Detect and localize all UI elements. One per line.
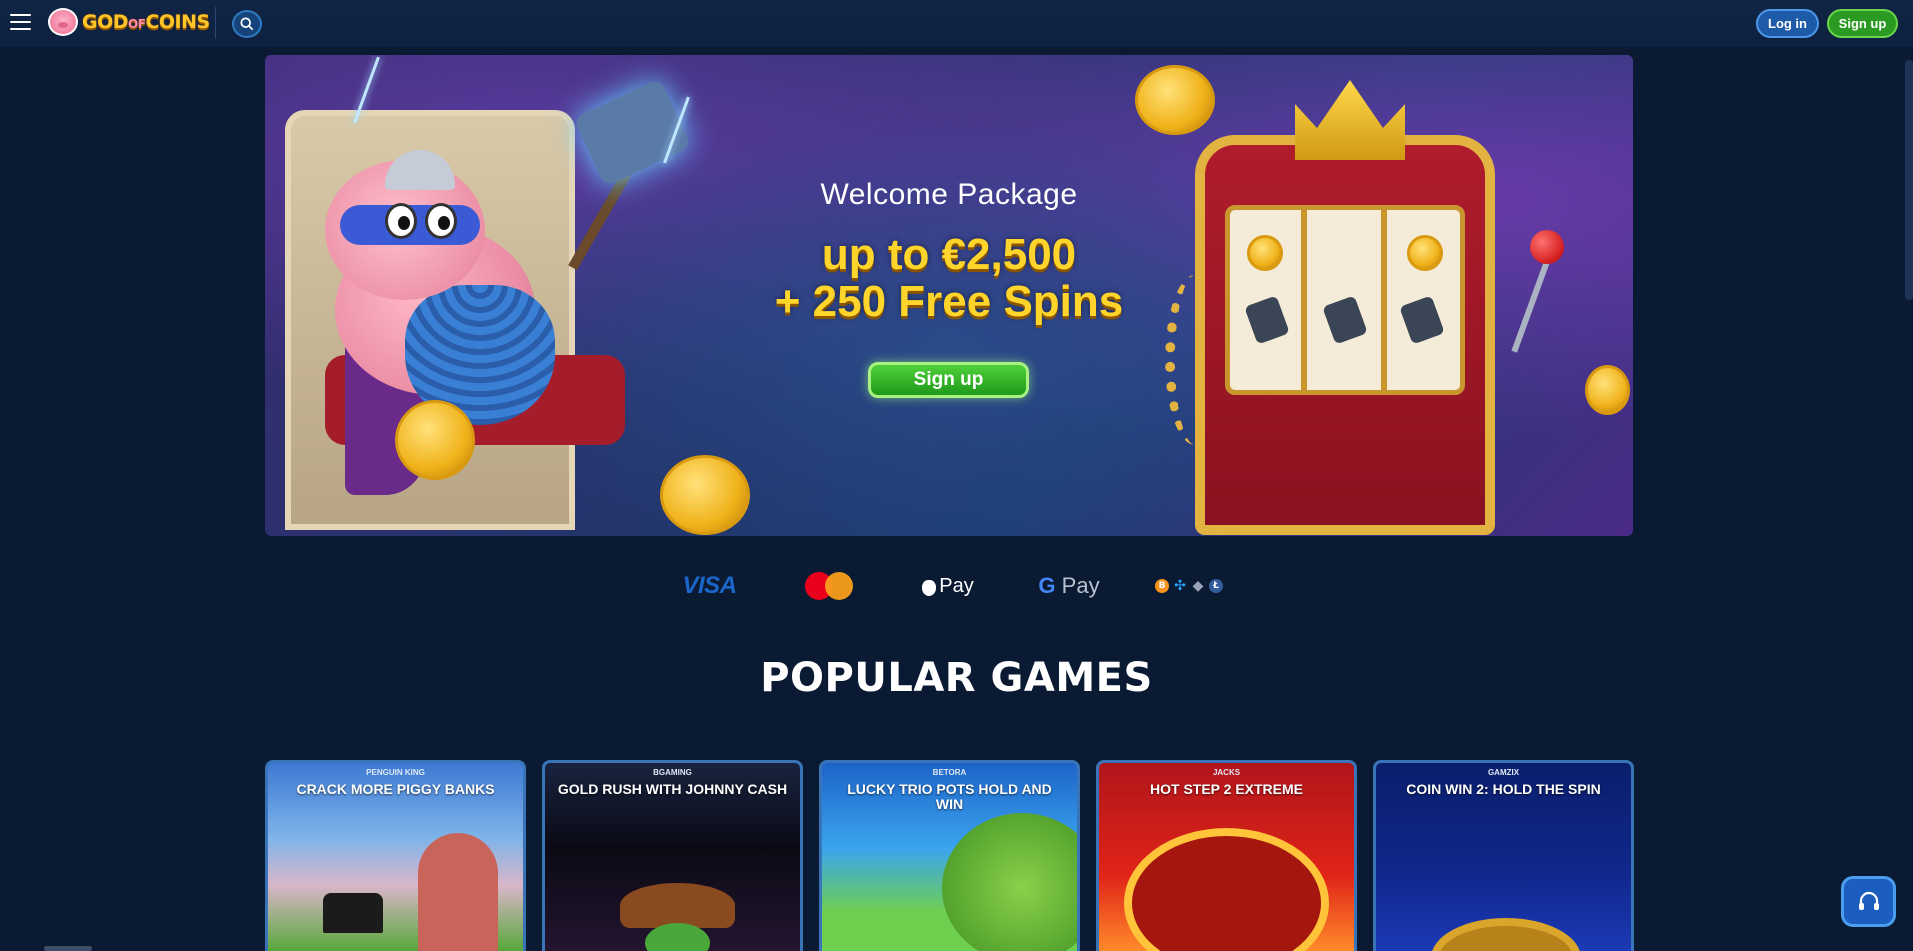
- ethereum-icon: ◆: [1192, 578, 1204, 594]
- hero-title: Welcome Package: [820, 178, 1078, 211]
- gold-coin-illustration: [1135, 65, 1215, 135]
- search-icon: [240, 17, 254, 31]
- game-provider: JACKS: [1212, 768, 1241, 777]
- hero-offer-spins: + 250 Free Spins: [774, 277, 1124, 326]
- crown-illustration: [1295, 80, 1405, 160]
- game-title: GOLD RUSH WITH JOHNNY CASH: [557, 781, 788, 797]
- vertical-scrollbar[interactable]: [1905, 60, 1913, 300]
- login-button[interactable]: Log in: [1756, 9, 1819, 38]
- support-chat-button[interactable]: [1841, 876, 1896, 927]
- gold-coin-illustration: [1431, 918, 1581, 951]
- gold-coin-illustration: [1585, 365, 1630, 415]
- apple-pay-logo: Pay: [922, 570, 974, 602]
- game-title: CRACK MORE PIGGY BANKS: [296, 781, 495, 797]
- game-title: LUCKY TRIO POTS HOLD AND WIN: [847, 781, 1052, 812]
- ripple-icon: ✣: [1174, 578, 1186, 594]
- tree-illustration: [942, 813, 1077, 951]
- payment-methods: VISA Pay G Pay B ✣ ◆ Ł: [0, 570, 1913, 602]
- hamburger-menu-icon[interactable]: [10, 14, 31, 32]
- gold-coin-illustration: [660, 455, 750, 535]
- apple-icon: [922, 580, 937, 596]
- game-card[interactable]: BETORA LUCKY TRIO POTS HOLD AND WIN: [819, 760, 1080, 951]
- game-title: COIN WIN 2: HOLD THE SPIN: [1406, 781, 1601, 797]
- game-title: HOT STEP 2 EXTREME: [1150, 781, 1303, 797]
- top-header: GODOFCOINS Log in Sign up: [0, 0, 1913, 47]
- hero-signup-button[interactable]: Sign up: [868, 362, 1029, 398]
- game-card[interactable]: PENGUIN KING CRACK MORE PIGGY BANKS: [265, 760, 526, 951]
- game-provider: GAMZIX: [1487, 768, 1520, 777]
- pig-logo-icon: [48, 8, 78, 36]
- popular-games-list: PENGUIN KING CRACK MORE PIGGY BANKS BGAM…: [265, 760, 1634, 951]
- signup-button-header[interactable]: Sign up: [1827, 9, 1898, 38]
- game-card[interactable]: JACKS HOT STEP 2 EXTREME: [1096, 760, 1357, 951]
- header-divider: [215, 7, 216, 39]
- google-pay-logo: G Pay: [1038, 573, 1100, 598]
- game-card[interactable]: BGAMING GOLD RUSH WITH JOHNNY CASH: [542, 760, 803, 951]
- hero-banner[interactable]: Welcome Package up to €2,500 + 250 Free …: [265, 55, 1633, 536]
- hot-step-logo-illustration: [1124, 828, 1329, 951]
- game-provider: PENGUIN KING: [366, 768, 425, 777]
- hero-offer-amount: up to €2,500: [821, 230, 1077, 279]
- game-provider: BGAMING: [653, 768, 692, 777]
- crypto-logos: B ✣ ◆ Ł: [1153, 570, 1225, 602]
- visa-logo: VISA: [682, 572, 737, 599]
- building-illustration: [418, 833, 498, 951]
- site-logo[interactable]: GODOFCOINS: [48, 8, 210, 36]
- cowboy-hat-illustration: [620, 883, 735, 928]
- game-provider: BETORA: [932, 768, 967, 777]
- headset-icon: [1858, 891, 1879, 910]
- popular-games-heading: POPULAR GAMES: [760, 655, 1153, 701]
- bitcoin-icon: B: [1155, 579, 1169, 593]
- horizontal-scrollbar[interactable]: [44, 946, 92, 951]
- search-button[interactable]: [232, 10, 262, 38]
- top-hat-illustration: [323, 893, 383, 933]
- mastercard-icon: [805, 570, 855, 602]
- litecoin-icon: Ł: [1209, 579, 1223, 593]
- logo-text: GODOFCOINS: [82, 11, 210, 33]
- gold-coins-illustration: [395, 400, 475, 480]
- game-card[interactable]: GAMZIX COIN WIN 2: HOLD THE SPIN: [1373, 760, 1634, 951]
